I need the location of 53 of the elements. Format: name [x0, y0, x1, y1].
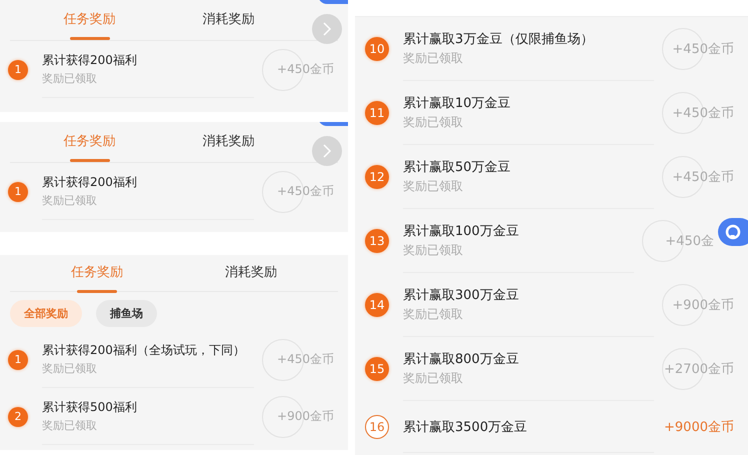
reward-amount: +9000金币: [664, 419, 734, 436]
next-button[interactable]: [312, 14, 342, 44]
reward-amount: +2700金币: [664, 361, 734, 378]
task-status: 奖励已领取: [42, 418, 98, 433]
task-title: 累计赢取50万金豆: [403, 159, 512, 176]
tab[interactable]: 消耗奖励: [159, 124, 298, 160]
headset-icon: [724, 223, 742, 241]
task-status: 奖励已领取: [403, 242, 464, 259]
task-title: 累计赢取100万金豆: [403, 223, 520, 240]
number-badge: 1: [8, 60, 28, 80]
task-title: 累计赢取10万金豆: [403, 95, 512, 112]
number-badge: 2: [8, 406, 28, 426]
reward-amount: +450金币: [277, 61, 334, 78]
tab[interactable]: 消耗奖励: [159, 2, 298, 38]
tab[interactable]: 消耗奖励: [174, 255, 328, 291]
support-button[interactable]: [718, 218, 748, 246]
chevron-right-icon: [322, 144, 332, 158]
task-title: 累计获得200福利: [42, 52, 138, 69]
task-status: 奖励已领取: [403, 306, 464, 323]
number-badge: 15: [365, 357, 389, 381]
task-status: 奖励已领取: [403, 50, 464, 67]
reward-amount: +450金币: [672, 105, 734, 122]
task-status: 奖励已领取: [403, 178, 464, 195]
task-title: 累计赢取300万金豆: [403, 287, 520, 304]
task-title: 累计赢取3500万金豆: [403, 418, 528, 436]
number-badge: 16: [365, 415, 389, 439]
next-button[interactable]: [312, 136, 342, 166]
reward-amount: +900金币: [672, 297, 734, 314]
number-badge: 11: [365, 101, 389, 125]
task-title: 累计获得200福利: [42, 174, 138, 191]
task-status: 奖励已领取: [42, 193, 98, 208]
reward-amount: +450金币: [277, 183, 334, 200]
task-status: 奖励已领取: [42, 361, 98, 376]
reward-amount: +450金币: [277, 351, 334, 368]
number-badge: 12: [365, 165, 389, 189]
task-title: 累计获得200福利（全场试玩，下同）: [42, 342, 246, 359]
chevron-right-icon: [322, 22, 332, 36]
filter-chip[interactable]: 捕鱼场: [96, 300, 157, 327]
task-title: 累计赢取3万金豆（仅限捕鱼场）: [403, 31, 594, 48]
number-badge: 1: [8, 182, 28, 202]
number-badge: 14: [365, 293, 389, 317]
task-title: 累计获得500福利: [42, 399, 138, 416]
task-status: 奖励已领取: [403, 370, 464, 387]
task-title: 累计赢取800万金豆: [403, 351, 520, 368]
number-badge: 1: [8, 350, 28, 370]
reward-amount: +900金币: [277, 408, 334, 425]
task-status: 奖励已领取: [42, 71, 98, 86]
number-badge: 13: [365, 229, 389, 253]
reward-amount: +450金币: [672, 169, 734, 186]
number-badge: 10: [365, 37, 389, 61]
reward-amount: +450金币: [672, 41, 734, 58]
task-status: 奖励已领取: [403, 114, 464, 131]
reward-amount: +450金: [665, 233, 714, 250]
